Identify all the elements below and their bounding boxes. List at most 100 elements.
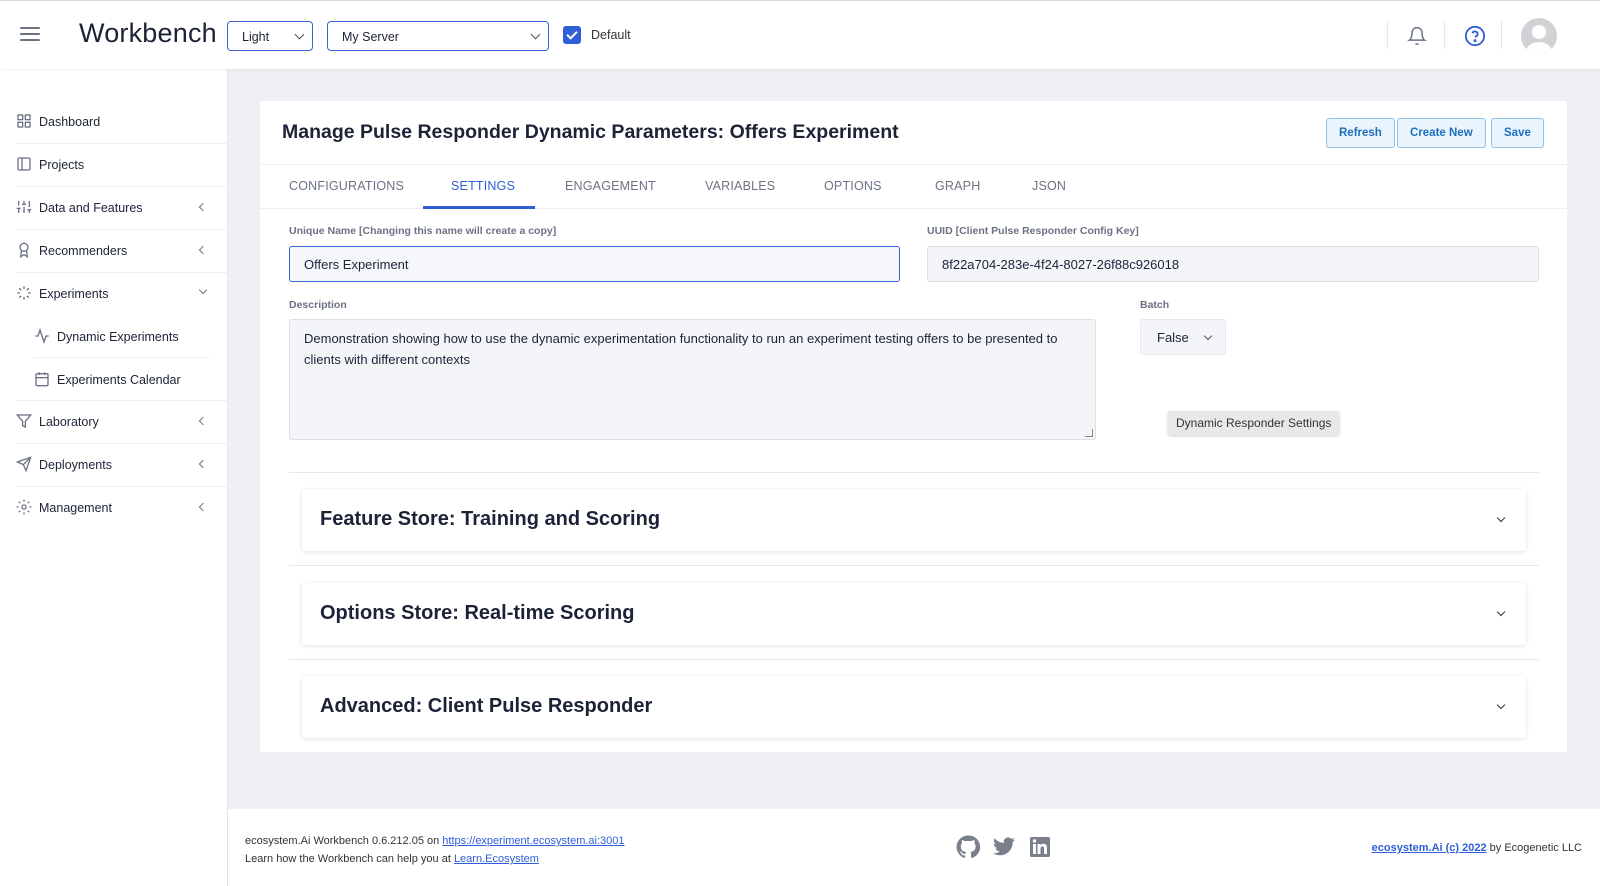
sidebar-item-recommenders[interactable]: Recommenders	[0, 229, 228, 272]
sidebar-item-label: Management	[39, 501, 112, 515]
sidebar-item-label: Dynamic Experiments	[57, 330, 179, 344]
award-icon	[19, 242, 29, 258]
sidebar-item-label: Dashboard	[39, 115, 101, 129]
tab-options[interactable]: OPTIONS	[824, 179, 882, 193]
panel-options-store[interactable]: Options Store: Real-time Scoring	[302, 583, 1526, 645]
chevron-left-icon	[198, 416, 208, 426]
twitter-icon[interactable]	[992, 835, 1016, 859]
sidebar-item-experiments[interactable]: Experiments	[0, 272, 228, 315]
default-checkbox[interactable]	[563, 26, 581, 44]
grid-icon	[17, 114, 31, 128]
main-card: Manage Pulse Responder Dynamic Parameter…	[260, 101, 1567, 752]
server-url-link[interactable]: https://experiment.ecosystem.ai:3001	[442, 835, 624, 847]
chevron-left-icon	[198, 502, 208, 512]
header-divider	[1387, 21, 1388, 49]
divider	[289, 659, 1539, 660]
filter-icon	[16, 414, 32, 429]
help-icon[interactable]	[1464, 25, 1486, 47]
top-header: Workbench Light My Server Default	[0, 0, 1600, 69]
uuid-field: 8f22a704-283e-4f24-8027-26f88c926018	[927, 246, 1539, 282]
batch-select-value: False	[1157, 330, 1189, 345]
sidebar: Dashboard Projects Data and Features Rec…	[0, 69, 228, 886]
description-text: Demonstration showing how to use the dyn…	[304, 331, 1058, 367]
unique-name-label: Unique Name [Changing this name will cre…	[289, 225, 557, 237]
chevron-left-icon	[198, 202, 208, 212]
sidebar-item-label: Deployments	[39, 458, 112, 472]
page-title: Manage Pulse Responder Dynamic Parameter…	[282, 121, 899, 143]
sidebar-item-management[interactable]: Management	[0, 486, 228, 529]
sidebar-item-label: Experiments Calendar	[57, 373, 181, 387]
sidebar-item-dynamic-experiments[interactable]: Dynamic Experiments	[0, 315, 228, 358]
sidebar-item-deployments[interactable]: Deployments	[0, 443, 228, 486]
sidebar-item-label: Laboratory	[39, 415, 99, 429]
sidebar-item-experiments-calendar[interactable]: Experiments Calendar	[0, 358, 228, 401]
sidebar-item-laboratory[interactable]: Laboratory	[0, 400, 228, 443]
header-divider	[1444, 21, 1445, 49]
footer-version-text: ecosystem.Ai Workbench 0.6.212.05 on	[245, 835, 443, 847]
description-label: Description	[289, 299, 347, 311]
panel-title: Advanced: Client Pulse Responder	[320, 695, 653, 717]
resize-handle[interactable]	[1085, 429, 1093, 437]
panel-feature-store[interactable]: Feature Store: Training and Scoring	[302, 489, 1526, 551]
sidebar-item-dashboard[interactable]: Dashboard	[0, 100, 228, 143]
chevron-down-icon	[530, 29, 541, 40]
activity-icon	[35, 328, 49, 344]
server-select-value: My Server	[342, 30, 399, 44]
refresh-button[interactable]: Refresh	[1326, 118, 1395, 148]
calendar-icon	[35, 372, 49, 387]
gear-icon	[16, 499, 32, 515]
uuid-label: UUID [Client Pulse Responder Config Key]	[927, 225, 1139, 237]
theme-select-value: Light	[242, 30, 270, 44]
footer-learn: Learn how the Workbench can help you at …	[245, 853, 539, 865]
sidebar-item-data-features[interactable]: Data and Features	[0, 186, 228, 229]
chevron-left-icon	[198, 245, 208, 255]
divider	[289, 565, 1539, 566]
learn-ecosystem-link[interactable]: Learn.Ecosystem	[454, 853, 539, 865]
bell-icon[interactable]	[1407, 25, 1427, 47]
footer-copyright-text: by Ecogenetic LLC	[1486, 842, 1582, 854]
sidebar-item-projects[interactable]: Projects	[0, 143, 228, 186]
batch-select[interactable]: False	[1140, 319, 1226, 355]
panel-title: Options Store: Real-time Scoring	[320, 602, 635, 624]
chevron-down-icon	[198, 285, 208, 295]
ecosystem-link[interactable]: ecosystem.Ai (c) 2022	[1372, 842, 1487, 854]
theme-select[interactable]: Light	[227, 21, 313, 51]
footer-copyright: ecosystem.Ai (c) 2022 by Ecogenetic LLC	[1372, 842, 1582, 854]
default-checkbox-label: Default	[591, 28, 631, 42]
server-select[interactable]: My Server	[327, 21, 549, 51]
batch-label: Batch	[1140, 299, 1170, 311]
sidebar-item-label: Data and Features	[39, 201, 143, 215]
chevron-left-icon	[198, 459, 208, 469]
tab-configurations[interactable]: CONFIGURATIONS	[289, 179, 404, 193]
chevron-down-icon	[1496, 700, 1506, 710]
chevron-down-icon	[1496, 607, 1506, 617]
footer: ecosystem.Ai Workbench 0.6.212.05 on htt…	[228, 809, 1600, 886]
divider	[289, 472, 1539, 473]
footer-learn-text: Learn how the Workbench can help you at	[245, 853, 454, 865]
chevron-down-icon	[1496, 513, 1506, 523]
tab-variables[interactable]: VARIABLES	[705, 179, 775, 193]
panel-title: Feature Store: Training and Scoring	[320, 508, 661, 530]
footer-version: ecosystem.Ai Workbench 0.6.212.05 on htt…	[245, 835, 625, 847]
unique-name-input[interactable]: Offers Experiment	[289, 246, 900, 282]
tab-graph[interactable]: GRAPH	[935, 179, 980, 193]
sidebar-item-label: Projects	[39, 158, 85, 172]
description-textarea[interactable]: Demonstration showing how to use the dyn…	[289, 319, 1096, 440]
panel-advanced-responder[interactable]: Advanced: Client Pulse Responder	[302, 676, 1526, 738]
tab-json[interactable]: JSON	[1032, 179, 1066, 193]
avatar[interactable]	[1521, 18, 1557, 54]
create-new-button[interactable]: Create New	[1397, 118, 1486, 148]
save-button[interactable]: Save	[1491, 118, 1544, 148]
menu-icon[interactable]	[20, 27, 40, 43]
github-icon[interactable]	[956, 835, 980, 859]
app-title: Workbench	[79, 18, 217, 48]
sidebar-item-label: Recommenders	[39, 244, 128, 258]
active-tab-indicator	[423, 206, 535, 209]
tooltip: Dynamic Responder Settings	[1168, 411, 1340, 435]
send-icon	[16, 456, 32, 472]
linkedin-icon[interactable]	[1028, 835, 1052, 859]
tab-engagement[interactable]: ENGAGEMENT	[565, 179, 656, 193]
tab-settings[interactable]: SETTINGS	[451, 179, 515, 193]
chevron-down-icon	[294, 29, 305, 40]
loader-icon	[17, 286, 31, 300]
